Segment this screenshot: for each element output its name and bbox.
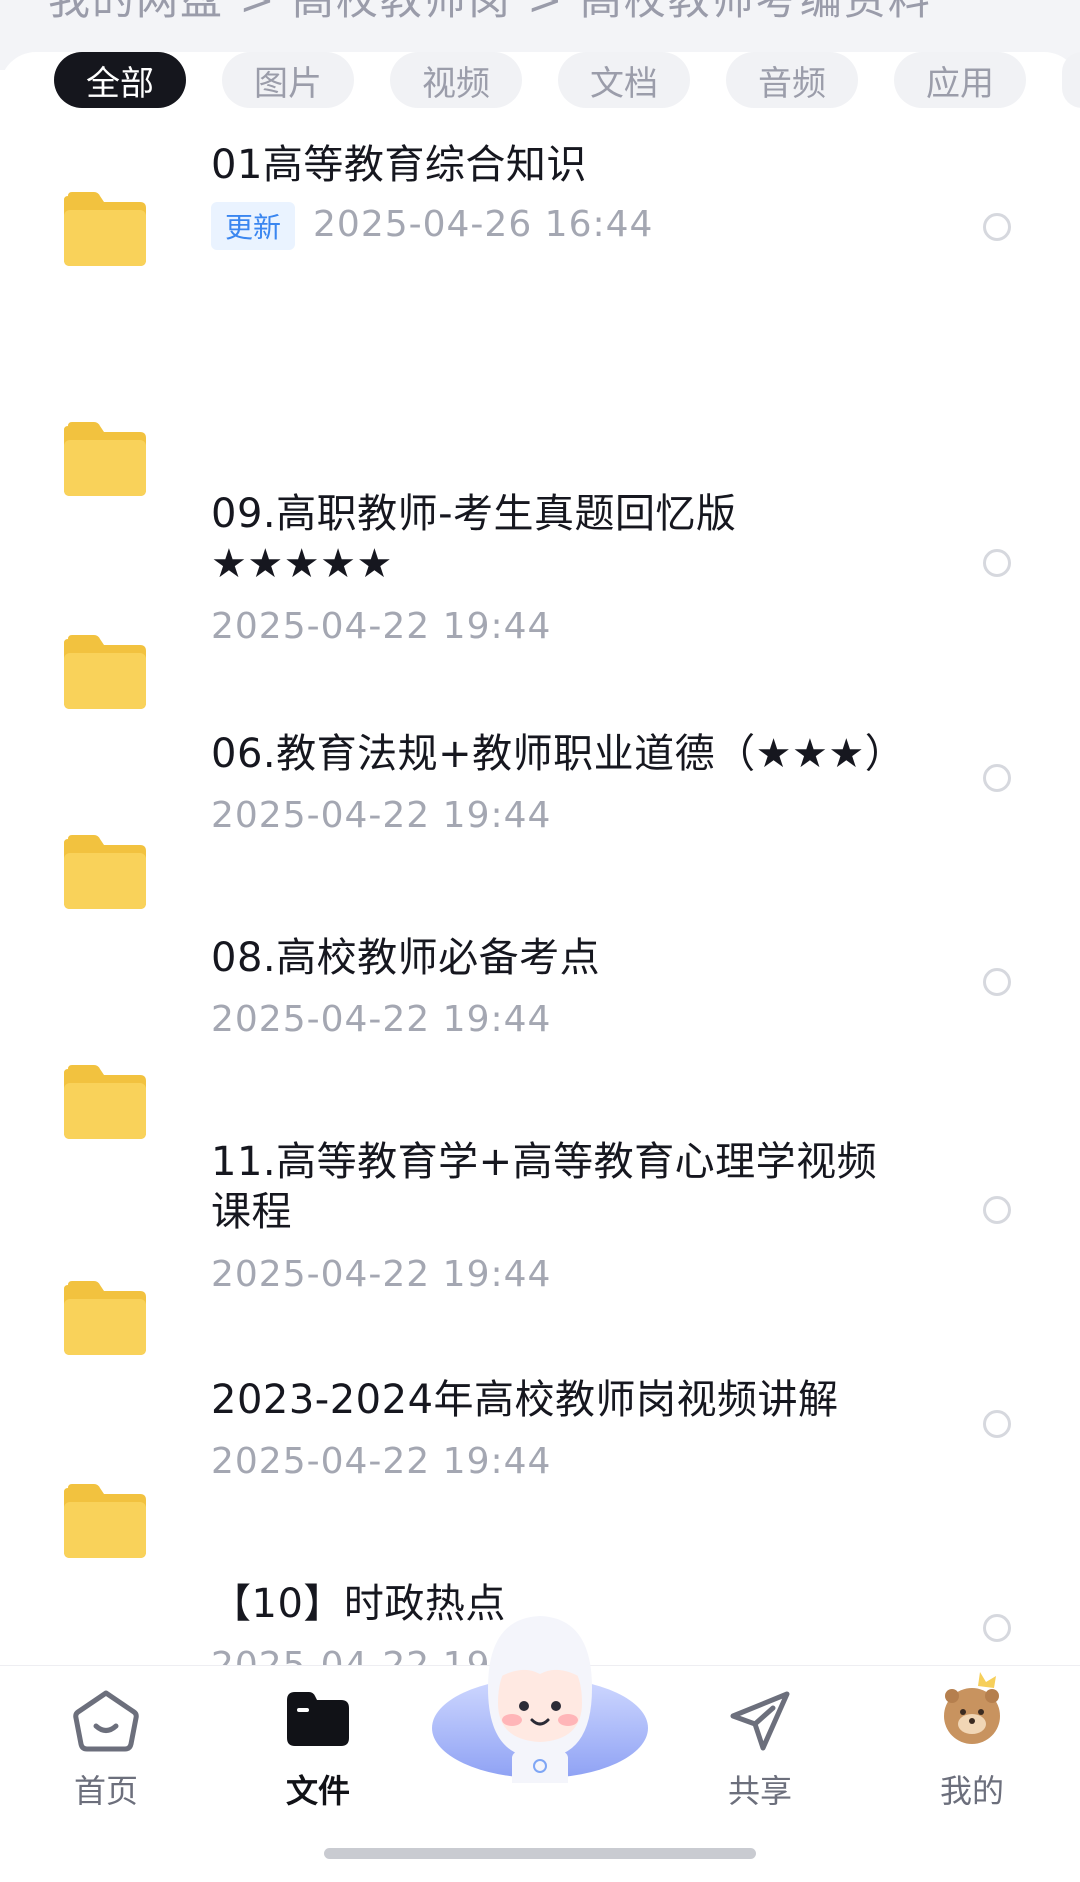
- filter-bar: 全部 图片 视频 文档 音频 应用: [0, 52, 1080, 108]
- tab-files[interactable]: 文件: [248, 1666, 388, 1816]
- file-row[interactable]: 【10】时政热点 2025-04-22 19:44: [0, 1368, 1080, 1686]
- breadcrumb: 我的网盘 > 高校教师岗 > 高校教师考编资料: [48, 0, 932, 27]
- tab-home-label: 首页: [73, 1772, 138, 1810]
- file-name: 09.高职教师-考生真题回忆版: [211, 491, 737, 537]
- tab-home[interactable]: 首页: [36, 1666, 176, 1816]
- filter-more[interactable]: [1062, 52, 1080, 108]
- file-row[interactable]: 09.高职教师-考生真题回忆版 ★★★★★ 2025-04-22 19:44: [0, 308, 1080, 647]
- update-badge: 更新: [211, 202, 296, 250]
- filter-audio[interactable]: 音频: [726, 52, 858, 108]
- filter-documents[interactable]: 文档: [558, 52, 690, 108]
- folder-icon: [64, 835, 146, 909]
- home-icon: [73, 1690, 139, 1752]
- file-date: 2025-04-26 16:44: [313, 204, 654, 245]
- filter-videos[interactable]: 视频: [390, 52, 522, 108]
- folder-icon: [287, 1692, 349, 1746]
- select-radio[interactable]: [983, 213, 1011, 241]
- filter-images[interactable]: 图片: [222, 52, 354, 108]
- file-row[interactable]: 01高等教育综合知识 更新 2025-04-26 16:44: [0, 108, 1080, 308]
- ai-assistant-mascot[interactable]: [428, 1608, 652, 1783]
- file-row[interactable]: 2023-2024年高校教师岗视频讲解 2025-04-22 19:44: [0, 1168, 1080, 1482]
- file-row[interactable]: 11.高等教育学+高等教育心理学视频 课程 2025-04-22 19:44: [0, 938, 1080, 1295]
- filter-all[interactable]: 全部: [54, 52, 186, 108]
- select-radio[interactable]: [983, 1614, 1011, 1642]
- avatar: [944, 1672, 1000, 1744]
- tab-files-label: 文件: [285, 1772, 350, 1810]
- file-meta: 更新 2025-04-26 16:44: [211, 202, 653, 250]
- tab-share[interactable]: 共享: [690, 1666, 830, 1816]
- filter-apps[interactable]: 应用: [894, 52, 1026, 108]
- home-indicator: [324, 1848, 756, 1859]
- share-icon: [730, 1691, 790, 1751]
- folder-icon: [64, 1065, 146, 1139]
- folder-icon: [64, 635, 146, 709]
- tab-profile[interactable]: 我的: [902, 1666, 1042, 1816]
- file-name: 01高等教育综合知识: [211, 142, 587, 188]
- tab-share-label: 共享: [727, 1772, 792, 1810]
- file-row[interactable]: 08.高校教师必备考点 2025-04-22 19:44: [0, 738, 1080, 1040]
- file-row[interactable]: 06.教育法规+教师职业道德（★★★） 2025-04-22 19:44: [0, 538, 1080, 836]
- folder-icon: [64, 1281, 146, 1355]
- folder-icon: [64, 192, 146, 266]
- folder-icon: [64, 422, 146, 496]
- folder-icon: [64, 1484, 146, 1558]
- tab-profile-label: 我的: [939, 1772, 1004, 1810]
